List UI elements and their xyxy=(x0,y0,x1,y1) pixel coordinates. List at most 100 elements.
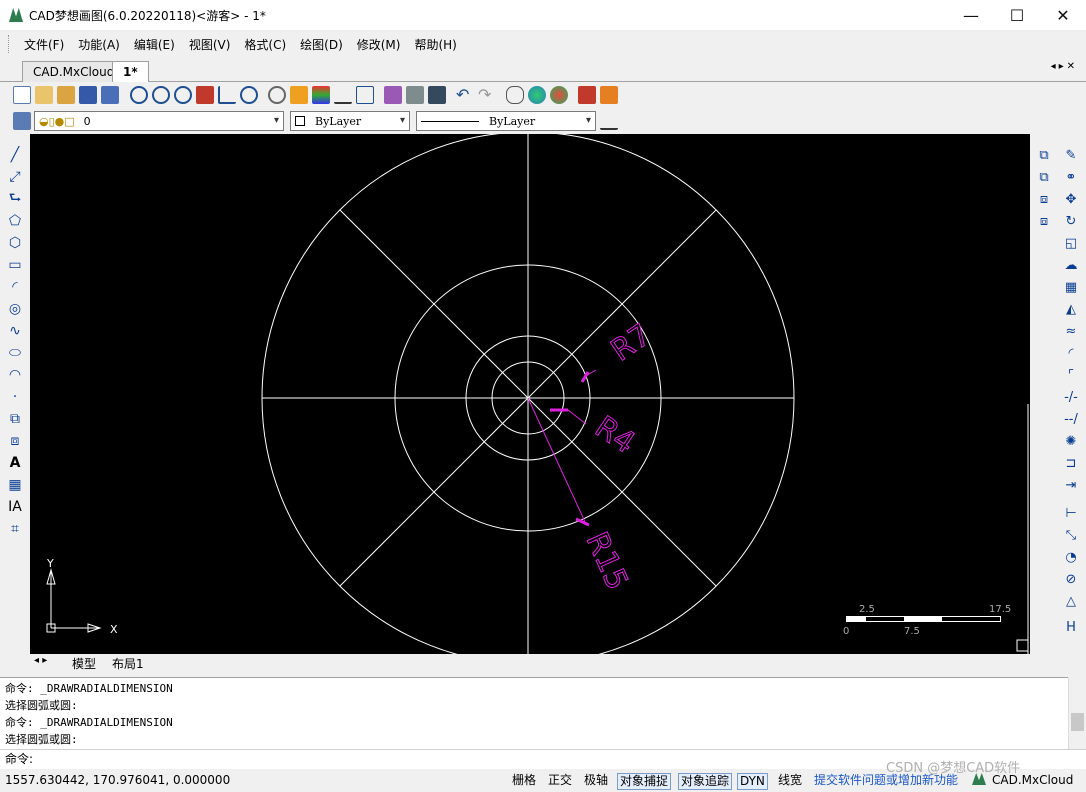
explode-icon[interactable]: ✺ xyxy=(1062,432,1080,450)
dim-radius-icon[interactable]: ◔ xyxy=(1062,548,1080,566)
pan-icon[interactable] xyxy=(196,86,214,104)
layers-color-icon[interactable] xyxy=(312,86,330,104)
toggle-polar[interactable]: 极轴 xyxy=(582,773,610,790)
dim-linear-icon[interactable]: ⊢ xyxy=(1062,504,1080,522)
dim-aligned-icon[interactable]: ⤡ xyxy=(1062,526,1080,544)
send-back-icon[interactable]: ⧈ xyxy=(1035,212,1053,230)
toggle-dyn[interactable]: DYN xyxy=(737,773,768,790)
open-file-icon[interactable] xyxy=(35,86,53,104)
xline-icon[interactable]: ⤢ xyxy=(6,168,24,186)
tab-drawing-1[interactable]: 1* xyxy=(112,61,149,83)
layer-select[interactable]: ◒▯●□ 0 ▾ xyxy=(34,111,284,131)
drawing-canvas[interactable]: R7 R4 R15 Y X 2.5 17.5 0 7.5 xyxy=(30,134,1030,654)
block-icon[interactable] xyxy=(384,86,402,104)
zoom-previous-icon[interactable] xyxy=(240,86,258,104)
export-icon[interactable] xyxy=(356,86,374,104)
dim-angular-icon[interactable]: △ xyxy=(1062,592,1080,610)
layer-manager-icon[interactable] xyxy=(13,112,31,130)
rectangle-icon[interactable]: ▭ xyxy=(6,256,24,274)
polygon-icon[interactable]: ⬠ xyxy=(6,212,24,230)
sheet-tab-model[interactable]: 模型 xyxy=(72,655,96,672)
insert-block-icon[interactable]: ⧉ xyxy=(6,410,24,428)
scroll-thumb[interactable] xyxy=(1071,713,1084,731)
zoom-window-icon[interactable] xyxy=(152,86,170,104)
menu-file[interactable]: 文件(F) xyxy=(17,36,71,53)
save-as-icon[interactable] xyxy=(101,86,119,104)
extend-icon[interactable]: --/ xyxy=(1062,410,1080,428)
toggle-grid[interactable]: 栅格 xyxy=(510,773,538,790)
ellipse-arc-icon[interactable]: ◠ xyxy=(6,366,24,384)
pdf-icon[interactable] xyxy=(578,86,596,104)
text-icon[interactable]: A xyxy=(6,454,24,472)
menu-view[interactable]: 视图(V) xyxy=(182,36,238,53)
undo-icon[interactable]: ↶ xyxy=(456,86,474,104)
match-properties-icon[interactable] xyxy=(334,86,352,104)
new-file-icon[interactable] xyxy=(13,86,31,104)
zoom-icon[interactable] xyxy=(130,86,148,104)
pencil-icon[interactable] xyxy=(290,86,308,104)
mtext-icon[interactable]: IA xyxy=(6,498,24,516)
maximize-button[interactable]: ☐ xyxy=(994,0,1040,30)
color-select[interactable]: ByLayer ▾ xyxy=(290,111,410,131)
image-export-icon[interactable] xyxy=(600,86,618,104)
layer-back-icon[interactable]: ⧉ xyxy=(1035,168,1053,186)
ellipse-icon[interactable]: ⬭ xyxy=(6,344,24,362)
save-icon[interactable] xyxy=(79,86,97,104)
ucs-icon[interactable] xyxy=(218,86,236,104)
menu-draw[interactable]: 绘图(D) xyxy=(293,36,350,53)
polygon-2-icon[interactable]: ⬡ xyxy=(6,234,24,252)
join-icon[interactable]: ⇥ xyxy=(1062,476,1080,494)
line-icon[interactable]: ╱ xyxy=(6,146,24,164)
open-folder-icon[interactable] xyxy=(57,86,75,104)
menu-help[interactable]: 帮助(H) xyxy=(407,36,463,53)
make-block-icon[interactable]: ⧈ xyxy=(6,432,24,450)
command-scrollbar[interactable] xyxy=(1068,677,1086,749)
render-icon[interactable] xyxy=(528,86,546,104)
move-icon[interactable]: ✥ xyxy=(1062,190,1080,208)
copy-icon[interactable]: ⚭ xyxy=(1062,168,1080,186)
layer-front-icon[interactable]: ⧉ xyxy=(1035,146,1053,164)
arc-icon[interactable]: ◜ xyxy=(6,278,24,296)
sheet-nav-arrows-icon[interactable]: ◂ ▸ xyxy=(34,655,47,666)
menu-modify[interactable]: 修改(M) xyxy=(350,36,408,53)
toggle-otrack[interactable]: 对象追踪 xyxy=(678,773,733,790)
hatch-icon[interactable]: ▦ xyxy=(6,476,24,494)
table-icon[interactable]: ⌗ xyxy=(6,520,24,538)
redo-icon[interactable]: ↷ xyxy=(478,86,496,104)
close-button[interactable]: ✕ xyxy=(1040,0,1086,30)
toggle-osnap[interactable]: 对象捕捉 xyxy=(617,773,672,790)
tab-nav-arrows-icon[interactable]: ◂▸✕ xyxy=(1051,61,1078,72)
point-icon[interactable]: · xyxy=(6,388,24,406)
cloud-icon[interactable] xyxy=(550,86,568,104)
break-icon[interactable]: ⊐ xyxy=(1062,454,1080,472)
tab-cad-mxcloud[interactable]: CAD.MxCloud xyxy=(22,61,126,82)
stretch-icon[interactable]: ☁ xyxy=(1062,256,1080,274)
trim-icon[interactable]: -/- xyxy=(1062,388,1080,406)
toggle-ortho[interactable]: 正交 xyxy=(546,773,574,790)
scale-icon[interactable]: ◱ xyxy=(1062,234,1080,252)
find-icon[interactable] xyxy=(268,86,286,104)
minimize-button[interactable]: — xyxy=(948,0,994,30)
rotate-icon[interactable]: ↻ xyxy=(1062,212,1080,230)
menu-function[interactable]: 功能(A) xyxy=(71,36,127,53)
zoom-extents-icon[interactable] xyxy=(174,86,192,104)
cut-icon[interactable] xyxy=(506,86,524,104)
lineweight-icon[interactable] xyxy=(600,112,618,130)
spline-icon[interactable]: ∿ xyxy=(6,322,24,340)
mirror-icon[interactable]: ◭ xyxy=(1062,300,1080,318)
chamfer-icon[interactable]: ⌜ xyxy=(1062,366,1080,384)
fillet-icon[interactable]: ◜ xyxy=(1062,344,1080,362)
dim-diameter-icon[interactable]: ⊘ xyxy=(1062,570,1080,588)
dim-baseline-icon[interactable]: H xyxy=(1062,618,1080,636)
sheet-tab-layout1[interactable]: 布局1 xyxy=(112,655,144,672)
offset-icon[interactable]: ≈ xyxy=(1062,322,1080,340)
circle-icon[interactable]: ◎ xyxy=(6,300,24,318)
polyline-icon[interactable]: ⮑ xyxy=(6,190,24,208)
menu-edit[interactable]: 编辑(E) xyxy=(127,36,182,53)
toggle-lineweight[interactable]: 线宽 xyxy=(776,773,804,790)
tools-icon[interactable] xyxy=(406,86,424,104)
bring-front-icon[interactable]: ⧈ xyxy=(1035,190,1053,208)
menu-format[interactable]: 格式(C) xyxy=(237,36,293,53)
linetype-select[interactable]: ByLayer ▾ xyxy=(416,111,596,131)
erase-icon[interactable]: ✎ xyxy=(1062,146,1080,164)
